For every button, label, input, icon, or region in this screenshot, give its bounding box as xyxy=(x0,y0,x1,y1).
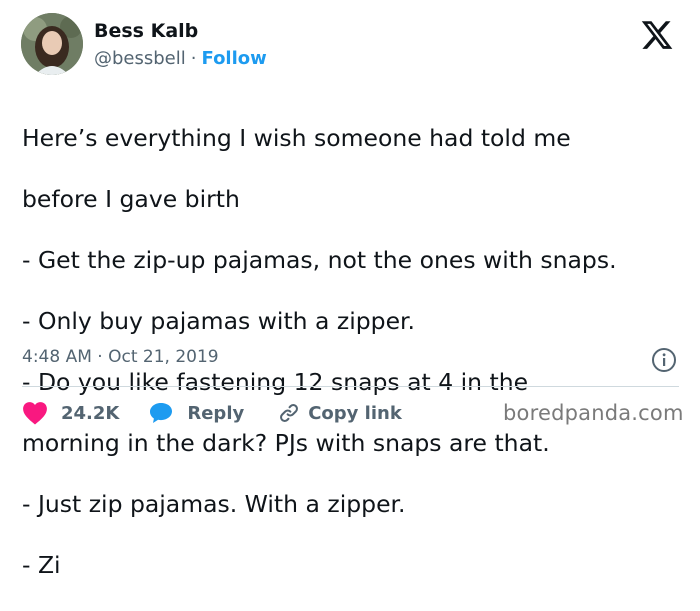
like-button[interactable]: 24.2K xyxy=(22,401,119,425)
tweet-line: - Do you like fastening 12 snaps at 4 in… xyxy=(22,367,529,396)
heart-icon xyxy=(23,402,47,425)
reply-label: Reply xyxy=(187,402,245,424)
divider xyxy=(22,386,679,387)
tweet-line: - Zi xyxy=(22,550,61,579)
author-meta: @bessbell · Follow xyxy=(94,48,267,69)
avatar[interactable] xyxy=(21,13,83,75)
tweet-line: - Just zip pajamas. With a zipper. xyxy=(22,489,406,518)
watermark: boredpanda.com xyxy=(503,401,684,425)
tweet-timestamp[interactable]: 4:48 AM · Oct 21, 2019 xyxy=(22,347,219,367)
info-icon[interactable] xyxy=(651,347,677,373)
tweet-line: before I gave birth xyxy=(22,184,240,213)
tweet-line: morning in the dark? PJs with snaps are … xyxy=(22,428,550,457)
tweet-actions: 24.2K Reply Copy link xyxy=(22,398,402,428)
tweet-line: - Get the zip-up pajamas, not the ones w… xyxy=(22,245,617,274)
tweet-line: - Only buy pajamas with a zipper. xyxy=(22,306,416,335)
author-handle[interactable]: @bessbell xyxy=(94,48,186,69)
follow-link[interactable]: Follow xyxy=(202,48,267,69)
copy-link-button[interactable]: Copy link xyxy=(278,402,402,424)
separator: · xyxy=(190,48,197,69)
speech-bubble-icon xyxy=(150,403,173,423)
copy-link-label: Copy link xyxy=(308,402,402,424)
author-name[interactable]: Bess Kalb xyxy=(94,20,198,42)
tweet-line: Here’s everything I wish someone had tol… xyxy=(22,123,571,152)
avatar-photo xyxy=(21,13,83,75)
link-icon xyxy=(280,404,299,422)
reply-button[interactable]: Reply xyxy=(149,402,244,424)
x-logo-icon[interactable] xyxy=(640,18,674,52)
like-count: 24.2K xyxy=(61,402,120,424)
